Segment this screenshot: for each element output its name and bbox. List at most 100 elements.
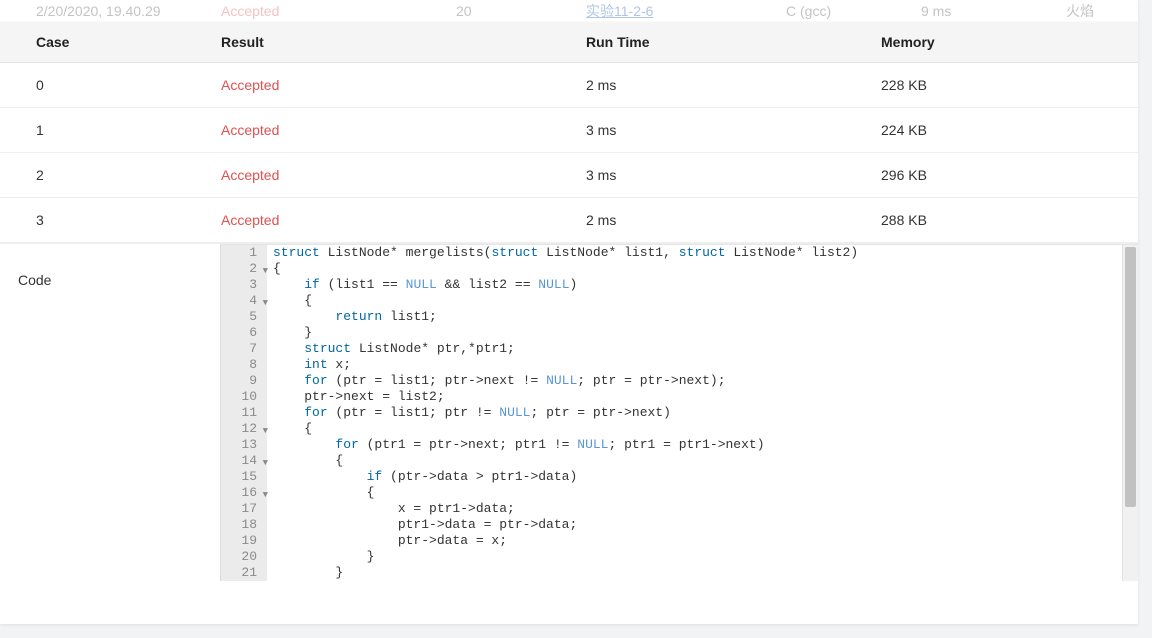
code-content[interactable]: if (list1 == NULL && list2 == NULL) [267, 277, 577, 293]
cell-memory: 224 KB [881, 122, 1102, 138]
line-number: 21 [221, 565, 267, 581]
code-line[interactable]: 9 for (ptr = list1; ptr->next != NULL; p… [221, 373, 1138, 389]
code-content[interactable]: for (ptr1 = ptr->next; ptr1 != NULL; ptr… [267, 437, 765, 453]
code-content[interactable]: struct ListNode* mergelists(struct ListN… [267, 245, 858, 261]
code-line[interactable]: 3 if (list1 == NULL && list2 == NULL) [221, 277, 1138, 293]
code-line[interactable]: 4▼ { [221, 293, 1138, 309]
table-row: 0Accepted2 ms228 KB [0, 63, 1138, 108]
code-line[interactable]: 18 ptr1->data = ptr->data; [221, 517, 1138, 533]
code-content[interactable]: x = ptr1->data; [267, 501, 515, 517]
code-line[interactable]: 17 x = ptr1->data; [221, 501, 1138, 517]
line-number: 2▼ [221, 261, 267, 277]
code-editor[interactable]: 1struct ListNode* mergelists(struct List… [220, 244, 1138, 581]
code-line[interactable]: 15 if (ptr->data > ptr1->data) [221, 469, 1138, 485]
code-line[interactable]: 8 int x; [221, 357, 1138, 373]
line-number: 9 [221, 373, 267, 389]
cell-case: 0 [36, 77, 221, 93]
line-number: 7 [221, 341, 267, 357]
cell-memory: 296 KB [881, 167, 1102, 183]
code-content[interactable]: ptr->data = x; [267, 533, 507, 549]
cell-runtime: 3 ms [586, 167, 881, 183]
code-label: Code [0, 244, 220, 581]
submission-language: C (gcc) [786, 3, 921, 19]
code-content[interactable]: } [267, 565, 343, 581]
code-content[interactable]: if (ptr->data > ptr1->data) [267, 469, 577, 485]
main-panel: 2/20/2020, 19.40.29 Accepted 20 实验11-2-6… [0, 0, 1138, 624]
cell-runtime: 2 ms [586, 77, 881, 93]
line-number: 11 [221, 405, 267, 421]
cell-runtime: 3 ms [586, 122, 881, 138]
code-line[interactable]: 11 for (ptr = list1; ptr != NULL; ptr = … [221, 405, 1138, 421]
code-line[interactable]: 19 ptr->data = x; [221, 533, 1138, 549]
code-line[interactable]: 21 } [221, 565, 1138, 581]
code-content[interactable]: { [267, 261, 281, 277]
code-content[interactable]: } [267, 549, 374, 565]
cell-case: 3 [36, 212, 221, 228]
code-content[interactable]: { [267, 453, 343, 469]
line-number: 5 [221, 309, 267, 325]
cell-memory: 228 KB [881, 77, 1102, 93]
cell-case: 2 [36, 167, 221, 183]
code-content[interactable]: { [267, 293, 312, 309]
line-number: 19 [221, 533, 267, 549]
submission-date: 2/20/2020, 19.40.29 [36, 3, 221, 19]
code-content[interactable]: struct ListNode* ptr,*ptr1; [267, 341, 515, 357]
line-number: 15 [221, 469, 267, 485]
line-number: 18 [221, 517, 267, 533]
code-content[interactable]: { [267, 421, 312, 437]
cell-memory: 288 KB [881, 212, 1102, 228]
cell-result: Accepted [221, 212, 586, 228]
line-number: 20 [221, 549, 267, 565]
code-scrollbar[interactable] [1122, 245, 1138, 581]
line-number: 13 [221, 437, 267, 453]
cell-runtime: 2 ms [586, 212, 881, 228]
table-row: 3Accepted2 ms288 KB [0, 198, 1138, 243]
code-content[interactable]: int x; [267, 357, 351, 373]
table-row: 2Accepted3 ms296 KB [0, 153, 1138, 198]
code-line[interactable]: 14▼ { [221, 453, 1138, 469]
table-row: 1Accepted3 ms224 KB [0, 108, 1138, 153]
code-line[interactable]: 5 return list1; [221, 309, 1138, 325]
code-line[interactable]: 16▼ { [221, 485, 1138, 501]
table-header: Case Result Run Time Memory [0, 22, 1138, 63]
code-line[interactable]: 6 } [221, 325, 1138, 341]
submission-problem-link[interactable]: 实验11-2-6 [586, 1, 786, 21]
code-content[interactable]: return list1; [267, 309, 437, 325]
line-number: 3 [221, 277, 267, 293]
code-content[interactable]: } [267, 325, 312, 341]
cell-result: Accepted [221, 167, 586, 183]
submission-status: Accepted [221, 3, 456, 19]
results-table: Case Result Run Time Memory 0Accepted2 m… [0, 22, 1138, 243]
line-number: 6 [221, 325, 267, 341]
line-number: 17 [221, 501, 267, 517]
submission-summary-row: 2/20/2020, 19.40.29 Accepted 20 实验11-2-6… [0, 0, 1138, 22]
code-line[interactable]: 10 ptr->next = list2; [221, 389, 1138, 405]
submission-user: 火焰 [1066, 1, 1102, 21]
cell-result: Accepted [221, 77, 586, 93]
line-number: 16▼ [221, 485, 267, 501]
line-number: 1 [221, 245, 267, 261]
code-line[interactable]: 1struct ListNode* mergelists(struct List… [221, 245, 1138, 261]
cell-case: 1 [36, 122, 221, 138]
header-case: Case [36, 34, 221, 50]
header-memory: Memory [881, 34, 1102, 50]
code-line[interactable]: 12▼ { [221, 421, 1138, 437]
line-number: 12▼ [221, 421, 267, 437]
code-content[interactable]: { [267, 485, 374, 501]
header-runtime: Run Time [586, 34, 881, 50]
line-number: 10 [221, 389, 267, 405]
code-line[interactable]: 7 struct ListNode* ptr,*ptr1; [221, 341, 1138, 357]
code-content[interactable]: ptr->next = list2; [267, 389, 445, 405]
code-content[interactable]: for (ptr = list1; ptr != NULL; ptr = ptr… [267, 405, 671, 421]
line-number: 4▼ [221, 293, 267, 309]
code-content[interactable]: ptr1->data = ptr->data; [267, 517, 577, 533]
submission-score: 20 [456, 3, 586, 19]
code-content[interactable]: for (ptr = list1; ptr->next != NULL; ptr… [267, 373, 726, 389]
submission-time: 9 ms [921, 3, 1066, 19]
code-line[interactable]: 20 } [221, 549, 1138, 565]
line-number: 8 [221, 357, 267, 373]
code-line[interactable]: 13 for (ptr1 = ptr->next; ptr1 != NULL; … [221, 437, 1138, 453]
code-line[interactable]: 2▼{ [221, 261, 1138, 277]
line-number: 14▼ [221, 453, 267, 469]
code-scrollbar-thumb[interactable] [1125, 247, 1136, 507]
